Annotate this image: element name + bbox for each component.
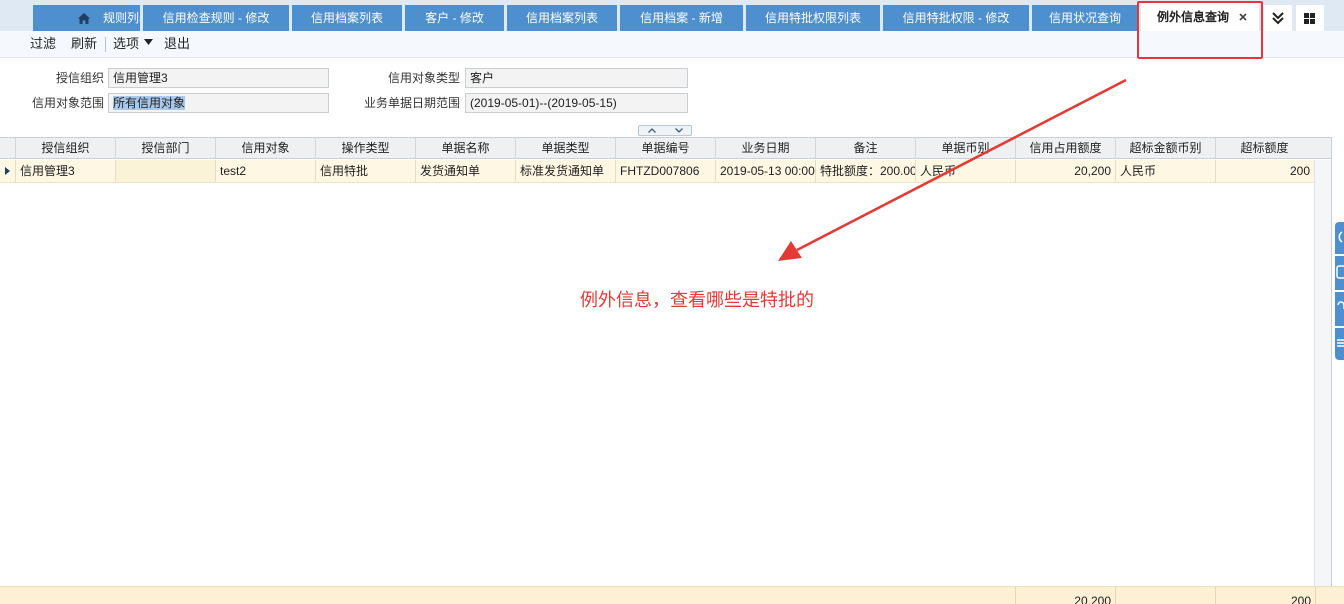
grid-header: 授信组织 授信部门 信用对象 操作类型 单据名称 单据类型 单据编号 业务日期 … (0, 137, 1331, 159)
header-credit-used[interactable]: 信用占用额度 (1015, 138, 1115, 158)
side-float-tab-2[interactable] (1335, 256, 1344, 290)
chat-icon (1338, 231, 1343, 243)
total-excess-amount: 200 (1215, 587, 1315, 604)
date-range-field[interactable]: (2019-05-01)--(2019-05-15) (465, 93, 688, 113)
object-scope-label: 信用对象范围 (31, 96, 104, 110)
cell-credit-org[interactable]: 信用管理3 (15, 160, 115, 182)
tab-label: 规则列表 (103, 11, 140, 25)
tab-credit-status-query[interactable]: 信用状况查询 (1032, 5, 1138, 31)
cell-bill-name[interactable]: 发货通知单 (415, 160, 515, 182)
header-credit-dept[interactable]: 授信部门 (115, 138, 215, 158)
tab-credit-check-rule-edit[interactable]: 信用检查规则 - 修改 (143, 5, 289, 31)
tab-grid-button[interactable] (1296, 5, 1324, 31)
help-icon (1337, 301, 1344, 309)
header-remark[interactable]: 备注 (815, 138, 915, 158)
object-type-label: 信用对象类型 (387, 71, 460, 85)
tab-label: 信用档案 - 新增 (640, 11, 723, 25)
grid-border (1331, 137, 1332, 586)
side-float-tab-3[interactable] (1335, 292, 1344, 326)
current-row-marker-icon (5, 167, 10, 175)
header-bill-name[interactable]: 单据名称 (415, 138, 515, 158)
cell-remark[interactable]: 特批额度：200.00 (815, 160, 915, 182)
tab-label: 信用特批权限 - 修改 (902, 11, 1010, 25)
tab-label: 客户 - 修改 (425, 11, 484, 25)
tab-credit-file-list-2[interactable]: 信用档案列表 (507, 5, 617, 31)
exit-button[interactable]: 退出 (164, 31, 190, 58)
grid-vertical-scrollbar[interactable] (1314, 160, 1331, 586)
tab-credit-file-list[interactable]: 信用档案列表 (292, 5, 402, 31)
tab-label: 信用检查规则 - 修改 (162, 11, 270, 25)
grid-totals-row: 20,200 200 (0, 586, 1344, 604)
double-chevron-down-icon (1272, 12, 1284, 25)
total-scroll-gap (1315, 587, 1344, 604)
filter-button[interactable]: 过滤 (30, 31, 56, 58)
total-excess-currency (1115, 587, 1215, 604)
header-bill-type[interactable]: 单据类型 (515, 138, 615, 158)
header-excess-currency[interactable]: 超标金额币别 (1115, 138, 1215, 158)
chevron-up-icon (648, 128, 656, 133)
credit-org-field[interactable]: 信用管理3 (108, 68, 329, 88)
credit-org-label: 授信组织 (55, 71, 104, 85)
cell-bill-currency[interactable]: 人民币 (915, 160, 1015, 182)
tab-credit-approval-edit[interactable]: 信用特批权限 - 修改 (883, 5, 1029, 31)
collapse-up-button[interactable] (639, 126, 665, 135)
more-tabs-button[interactable] (1264, 5, 1292, 31)
tab-label: 信用特批权限列表 (764, 11, 861, 25)
tab-credit-approval-list[interactable]: 信用特批权限列表 (746, 5, 880, 31)
tab-highlight-box (1137, 1, 1263, 59)
cell-operation-type[interactable]: 信用特批 (315, 160, 415, 182)
object-scope-value: 所有信用对象 (113, 96, 186, 110)
options-menu-button[interactable]: 选项 (113, 31, 139, 58)
header-operation-type[interactable]: 操作类型 (315, 138, 415, 158)
tab-label: 信用档案列表 (525, 11, 598, 25)
header-business-date[interactable]: 业务日期 (715, 138, 815, 158)
side-float-tab-4[interactable] (1335, 328, 1344, 360)
collapse-down-button[interactable] (666, 126, 692, 135)
cell-bill-number[interactable]: FHTZD007806 (615, 160, 715, 182)
side-float-tab-1[interactable] (1335, 222, 1344, 254)
refresh-button[interactable]: 刷新 (71, 31, 97, 58)
caret-down-icon[interactable] (144, 39, 153, 45)
tab-home-rules-list[interactable]: 规则列表 (33, 5, 140, 31)
tab-credit-file-new[interactable]: 信用档案 - 新增 (620, 5, 743, 31)
cell-business-date[interactable]: 2019-05-13 00:00 (715, 160, 815, 182)
table-row[interactable]: 信用管理3 test2 信用特批 发货通知单 标准发货通知单 FHTZD0078… (0, 160, 1314, 183)
layers-icon (1337, 339, 1344, 347)
object-scope-field[interactable]: 所有信用对象 (108, 93, 329, 113)
header-bill-number[interactable]: 单据编号 (615, 138, 715, 158)
chevron-down-icon (675, 128, 683, 133)
phone-icon (1336, 265, 1344, 279)
header-credit-org[interactable]: 授信组织 (15, 138, 115, 158)
tab-label: 信用档案列表 (310, 11, 383, 25)
header-bill-currency[interactable]: 单据币别 (915, 138, 1015, 158)
cell-excess-currency[interactable]: 人民币 (1115, 160, 1215, 182)
header-excess-amount[interactable]: 超标额度 (1215, 138, 1313, 158)
grid-icon (1304, 13, 1315, 24)
cell-credit-used[interactable]: 20,200 (1015, 160, 1115, 182)
collapse-filter-toggle[interactable] (638, 125, 692, 136)
tab-customer-edit[interactable]: 客户 - 修改 (405, 5, 504, 31)
annotation-text: 例外信息，查看哪些是特批的 (580, 290, 814, 311)
cell-credit-dept[interactable] (115, 160, 215, 182)
total-credit-used: 20,200 (1015, 587, 1115, 604)
cell-excess-amount[interactable]: 200 (1215, 160, 1314, 182)
object-type-field[interactable]: 客户 (465, 68, 688, 88)
date-range-label: 业务单据日期范围 (363, 96, 460, 110)
tab-label: 信用状况查询 (1048, 11, 1121, 25)
toolbar-divider (105, 37, 106, 52)
cell-credit-object[interactable]: test2 (215, 160, 315, 182)
header-credit-object[interactable]: 信用对象 (215, 138, 315, 158)
cell-bill-type[interactable]: 标准发货通知单 (515, 160, 615, 182)
